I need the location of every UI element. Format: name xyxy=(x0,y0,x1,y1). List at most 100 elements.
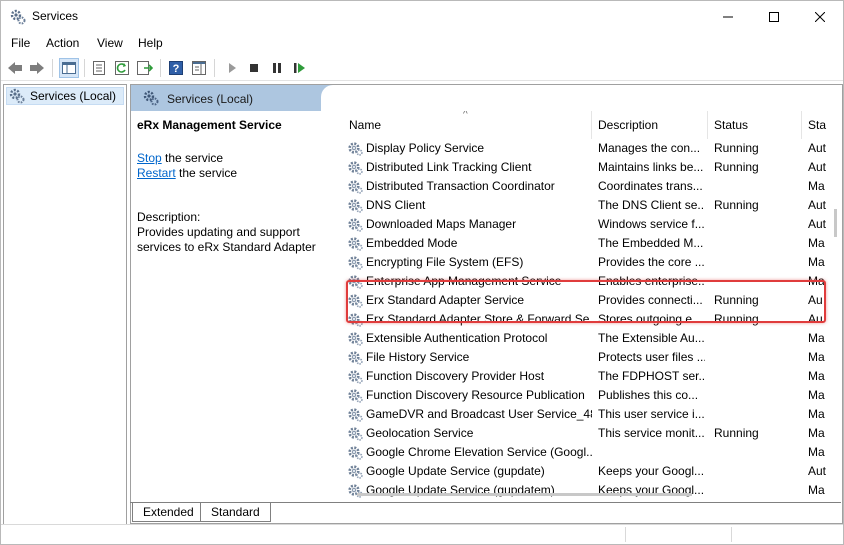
service-description: Stores outgoing e... xyxy=(598,312,703,326)
menu-action[interactable]: Action xyxy=(46,36,79,50)
stop-service-link[interactable]: Stop xyxy=(137,151,162,165)
service-status: Running xyxy=(714,198,759,212)
service-gear-icon xyxy=(347,235,363,251)
service-name: Erx Standard Adapter Store & Forward Se.… xyxy=(366,312,592,326)
service-status: Running xyxy=(714,141,759,155)
service-row[interactable]: Function Discovery Provider Host The FDPH… xyxy=(343,367,842,386)
service-description: Coordinates trans... xyxy=(598,179,703,193)
service-row[interactable]: Erx Standard Adapter Store & Forward Se.… xyxy=(343,310,842,329)
restart-service-icon[interactable] xyxy=(291,59,309,77)
tree-item-services-local[interactable]: Services (Local) xyxy=(6,87,124,105)
start-service-icon[interactable] xyxy=(223,59,241,77)
service-description: This user service i... xyxy=(598,407,705,421)
service-row[interactable]: Erx Standard Adapter Service Provides con… xyxy=(343,291,842,310)
services-list: ^ Name Description Status Sta Display Po… xyxy=(343,111,842,499)
stop-line: Stop the service xyxy=(137,151,223,165)
service-description: The DNS Client se... xyxy=(598,198,705,212)
services-gear-icon xyxy=(10,9,26,25)
menu-view[interactable]: View xyxy=(97,36,123,50)
column-description-label: Description xyxy=(598,118,659,132)
service-name: Google Update Service (gupdate) xyxy=(366,464,545,478)
refresh-icon[interactable] xyxy=(113,59,131,77)
pause-service-icon[interactable] xyxy=(268,59,286,77)
console-tree: Services (Local) xyxy=(3,84,127,542)
service-gear-icon xyxy=(347,197,363,213)
service-gear-icon xyxy=(347,444,363,460)
service-description: Enables enterprise... xyxy=(598,274,705,288)
service-gear-icon xyxy=(347,368,363,384)
service-row[interactable]: Google Update Service (gupdate) Keeps you… xyxy=(343,462,842,481)
service-row[interactable]: Distributed Link Tracking Client Maintain… xyxy=(343,158,842,177)
help-icon[interactable]: ? xyxy=(167,59,185,77)
menu-help[interactable]: Help xyxy=(138,36,163,50)
service-row[interactable]: Downloaded Maps Manager Windows service f… xyxy=(343,215,842,234)
service-gear-icon xyxy=(347,273,363,289)
export-list-icon[interactable] xyxy=(136,59,154,77)
status-segment xyxy=(731,527,732,542)
service-row[interactable]: Display Policy Service Manages the con...… xyxy=(343,139,842,158)
service-row[interactable]: Enterprise App Management Service Enables… xyxy=(343,272,842,291)
services-window: Services File Action View Help ? Service… xyxy=(0,0,844,545)
description-label: Description: xyxy=(137,210,201,224)
service-row[interactable]: File History Service Protects user files … xyxy=(343,348,842,367)
service-description: Maintains links be... xyxy=(598,160,704,174)
close-button[interactable] xyxy=(797,1,843,32)
service-name: Display Policy Service xyxy=(366,141,485,155)
forward-arrow-icon[interactable] xyxy=(28,59,46,77)
show-hide-action-pane-icon[interactable] xyxy=(190,59,208,77)
service-row[interactable]: Function Discovery Resource Publication P… xyxy=(343,386,842,405)
service-name: Distributed Transaction Coordinator xyxy=(366,179,555,193)
service-gear-icon xyxy=(347,311,363,327)
tab-extended[interactable]: Extended xyxy=(132,503,204,522)
vertical-scrollbar[interactable] xyxy=(830,139,842,499)
service-row[interactable]: Embedded Mode The Embedded M... Ma xyxy=(343,234,842,253)
column-header-name[interactable]: ^ Name xyxy=(343,111,592,139)
selected-service-title: eRx Management Service xyxy=(137,118,282,132)
service-row[interactable]: Extensible Authentication Protocol The Ex… xyxy=(343,329,842,348)
service-description: Provides connecti... xyxy=(598,293,703,307)
service-name: Encrypting File System (EFS) xyxy=(366,255,524,269)
service-row[interactable]: Encrypting File System (EFS) Provides the… xyxy=(343,253,842,272)
service-name: Erx Standard Adapter Service xyxy=(366,293,525,307)
column-header-startup-type[interactable]: Sta xyxy=(802,111,842,139)
properties-icon[interactable] xyxy=(90,59,108,77)
tab-standard[interactable]: Standard xyxy=(200,503,271,522)
title-bar: Services xyxy=(1,1,843,32)
service-description: Keeps your Googl... xyxy=(598,464,705,478)
service-row[interactable]: DNS Client The DNS Client se... Running Aut xyxy=(343,196,842,215)
column-header-description[interactable]: Description xyxy=(592,111,708,139)
show-hide-console-tree-icon[interactable] xyxy=(59,58,79,78)
service-row[interactable]: GameDVR and Broadcast User Service_48...… xyxy=(343,405,842,424)
window-title: Services xyxy=(32,9,79,23)
service-row[interactable]: Distributed Transaction Coordinator Coord… xyxy=(343,177,842,196)
service-row[interactable]: Google Chrome Elevation Service (Googl..… xyxy=(343,443,842,462)
service-status: Running xyxy=(714,312,759,326)
back-arrow-icon[interactable] xyxy=(6,59,24,77)
main-header: Services (Local) xyxy=(131,85,842,111)
column-name-label: Name xyxy=(349,118,382,132)
vertical-scroll-thumb[interactable] xyxy=(834,209,837,237)
service-description: Provides the core ... xyxy=(598,255,705,269)
restart-service-link[interactable]: Restart xyxy=(137,166,176,180)
horizontal-scrollbar[interactable] xyxy=(343,489,830,499)
service-row[interactable]: Geolocation Service This service monit...… xyxy=(343,424,842,443)
service-gear-icon xyxy=(347,425,363,441)
service-name: DNS Client xyxy=(366,198,426,212)
status-segment xyxy=(625,527,626,542)
column-status-label: Status xyxy=(714,118,749,132)
close-icon xyxy=(815,11,825,22)
service-status: Running xyxy=(714,426,759,440)
column-header-status[interactable]: Status xyxy=(708,111,802,139)
service-name: Google Chrome Elevation Service (Googl..… xyxy=(366,445,592,459)
menu-file[interactable]: File xyxy=(11,36,30,50)
stop-service-icon[interactable] xyxy=(245,59,263,77)
status-bar xyxy=(1,524,843,544)
service-gear-icon xyxy=(347,216,363,232)
header-wedge xyxy=(321,85,842,111)
maximize-button[interactable] xyxy=(751,1,797,32)
horizontal-scroll-thumb[interactable] xyxy=(357,493,692,496)
minimize-button[interactable] xyxy=(705,1,751,32)
service-gear-icon xyxy=(347,387,363,403)
service-name: Geolocation Service xyxy=(366,426,474,440)
service-description: This service monit... xyxy=(598,426,705,440)
